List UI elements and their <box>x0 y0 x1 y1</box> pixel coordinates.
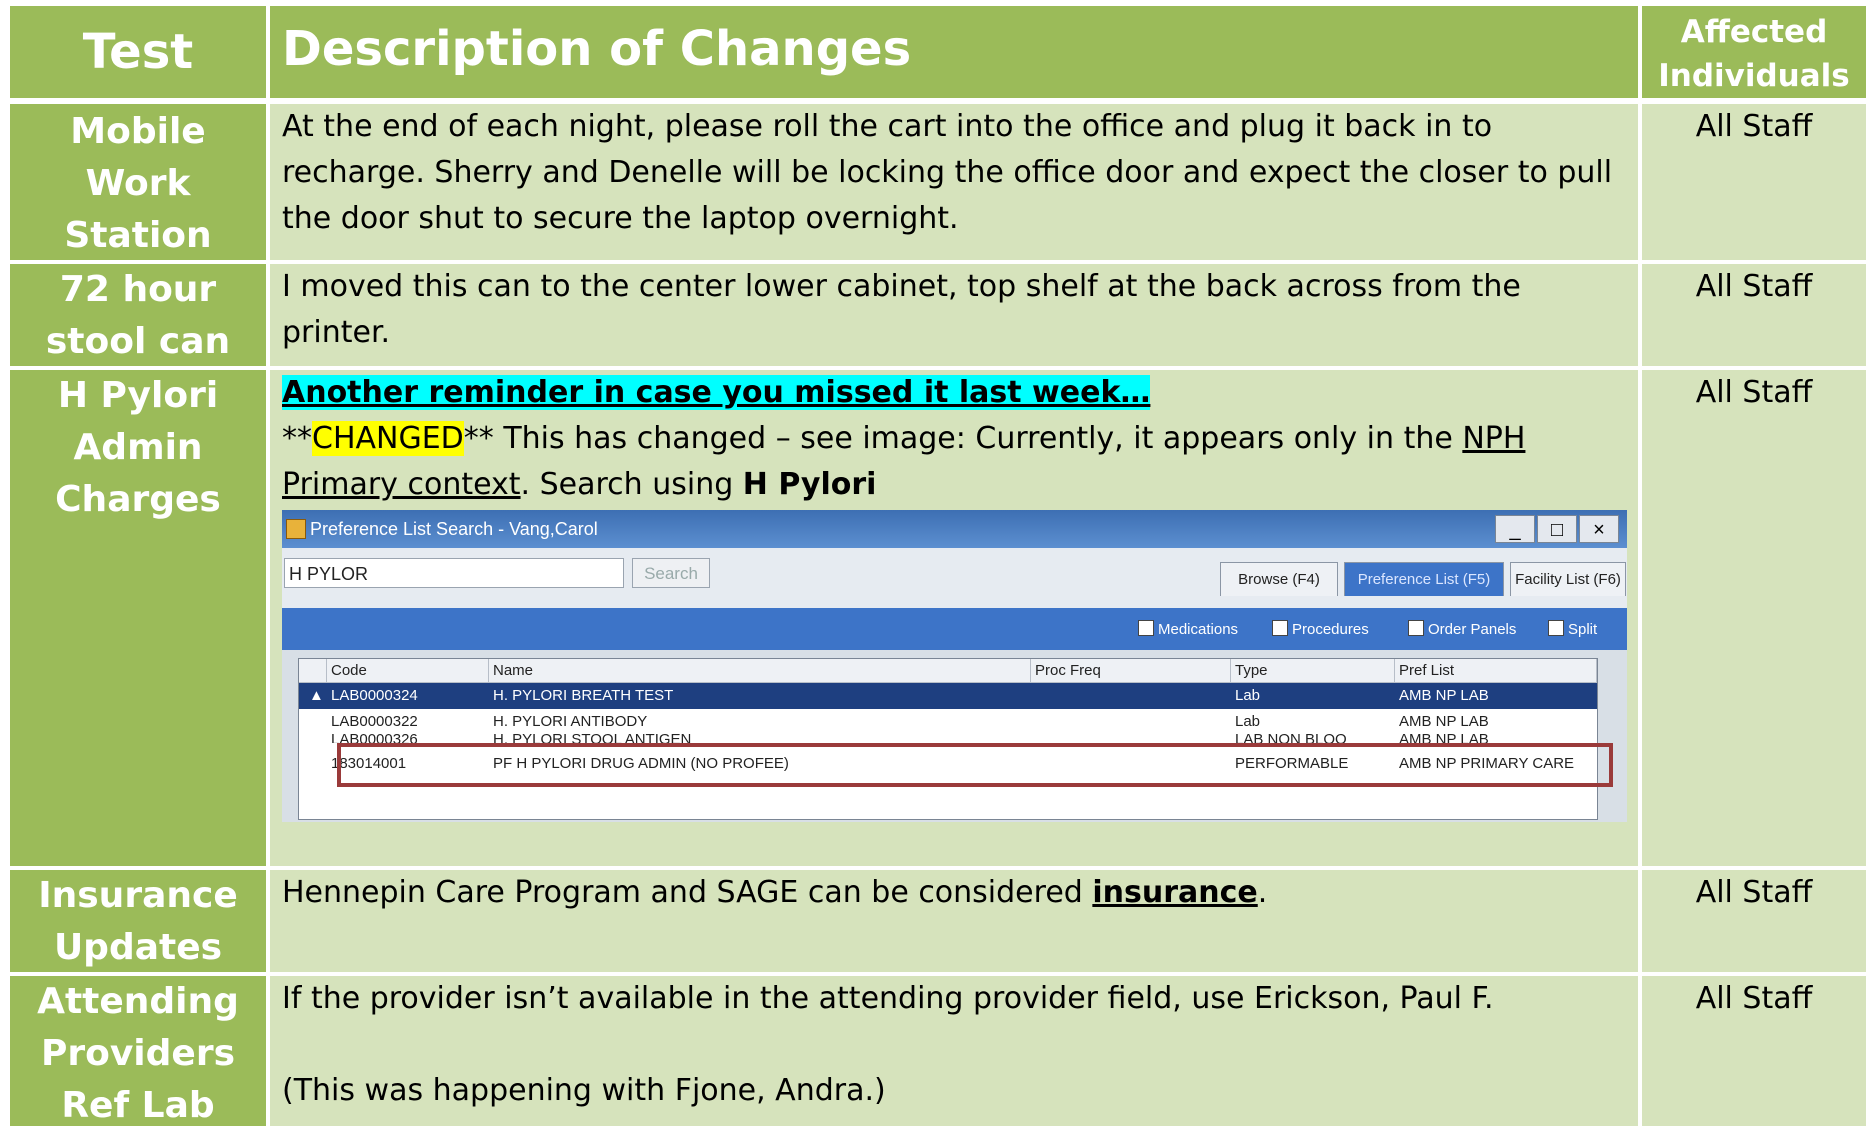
filter-bar: Medications Procedures Order Panels Spli… <box>282 608 1627 650</box>
minimize-icon: _ <box>1495 515 1535 543</box>
changed-text: ** This has changed – see image: Current… <box>463 421 1463 456</box>
search-button: Search <box>632 558 710 588</box>
checkbox-icon <box>1548 620 1564 636</box>
checkbox-icon <box>1138 620 1154 636</box>
row5-affected: All Staff <box>1695 981 1813 1016</box>
grid-header-name: Name <box>489 659 1031 683</box>
grid-header-proc-freq: Proc Freq <box>1031 659 1231 683</box>
row5-affected-cell: All Staff <box>1642 976 1866 1126</box>
row5-test-line: Attending <box>37 981 239 1022</box>
tab-preference-list: Preference List (F5) <box>1344 562 1504 596</box>
tab-browse: Browse (F4) <box>1220 562 1338 596</box>
row4-affected: All Staff <box>1695 875 1813 910</box>
results-grid: Code Name Proc Freq Type Pref List ▲ LAB… <box>298 658 1613 820</box>
row1-test-line: Station <box>64 215 212 256</box>
row1-test-line: Mobile <box>70 111 206 152</box>
row2-description: I moved this can to the center lower cab… <box>282 269 1521 350</box>
row5-test-line: Ref Lab <box>61 1085 215 1126</box>
header-test-label: Test <box>82 24 194 80</box>
expand-arrow-icon: ▲ <box>309 687 324 704</box>
row3-test-line: Charges <box>55 479 221 520</box>
filter-split: Split <box>1548 620 1597 638</box>
changed-prefix: ** <box>282 421 312 456</box>
close-icon: × <box>1579 515 1619 543</box>
grid-row: LAB0000326 H. PYLORI STOOL ANTIGEN LAB N… <box>331 731 1489 743</box>
header-description-cell: Description of Changes <box>270 6 1638 98</box>
filter-procedures: Procedures <box>1272 620 1369 638</box>
header-affected-line1: Affected <box>1680 14 1828 50</box>
row3-test-line: Admin <box>73 427 203 468</box>
app-icon <box>286 519 306 539</box>
header-description-label: Description of Changes <box>282 21 912 77</box>
row3-test-line: H Pylori <box>57 375 219 416</box>
checkbox-icon <box>1408 620 1424 636</box>
filter-order-panels: Order Panels <box>1408 620 1516 638</box>
checkbox-icon <box>1272 620 1288 636</box>
tab-facility-list: Facility List (F6) <box>1510 562 1626 596</box>
search-term: H Pylori <box>742 467 877 502</box>
search-prefix: . Search using <box>520 467 743 502</box>
grid-header-code: Code <box>327 659 489 683</box>
grid-header-type: Type <box>1231 659 1395 683</box>
callout-highlight-box <box>337 743 1613 787</box>
header-affected-cell: Affected Individuals <box>1642 6 1866 98</box>
grid-header-pref-list: Pref List <box>1395 659 1597 683</box>
insurance-term: insurance <box>1092 875 1258 910</box>
row4-test-line: Insurance <box>38 875 238 916</box>
row5-description-cell: If the provider isn’t available in the a… <box>270 976 1638 1126</box>
row2-affected: All Staff <box>1695 269 1813 304</box>
row3-test-cell: H Pylori Admin Charges <box>10 370 266 866</box>
row1-affected: All Staff <box>1695 109 1813 144</box>
row5-test-line: Providers <box>40 1033 236 1074</box>
row4-affected-cell: All Staff <box>1642 870 1866 972</box>
row1-test-line: Work <box>85 163 191 204</box>
maximize-icon: □ <box>1537 515 1577 543</box>
row2-description-cell: I moved this can to the center lower cab… <box>270 264 1638 366</box>
row1-description-cell: At the end of each night, please roll th… <box>270 104 1638 260</box>
filter-medications: Medications <box>1138 620 1238 638</box>
grid-row: ▲ LAB0000324 H. PYLORI BREATH TEST Lab A… <box>299 683 1597 709</box>
row4-description-end: . <box>1257 875 1268 910</box>
changed-badge: CHANGED <box>312 421 464 456</box>
row2-test-line: 72 hour <box>59 269 217 310</box>
row1-affected-cell: All Staff <box>1642 104 1866 260</box>
row4-description-cell: Hennepin Care Program and SAGE can be co… <box>270 870 1638 972</box>
grid-header-spacer <box>299 659 327 683</box>
reminder-text: Another reminder in case you missed it l… <box>282 375 1151 410</box>
row5-line1: If the provider isn’t available in the a… <box>282 981 1494 1016</box>
preference-list-screenshot: Preference List Search - Vang,Carol _ □ … <box>282 510 1627 822</box>
search-input: H PYLOR <box>284 558 624 588</box>
row2-affected-cell: All Staff <box>1642 264 1866 366</box>
window-title: Preference List Search - Vang,Carol <box>310 519 598 539</box>
header-test-cell: Test <box>10 6 266 98</box>
row4-test-cell: Insurance Updates <box>10 870 266 972</box>
window-titlebar: Preference List Search - Vang,Carol _ □ … <box>282 510 1627 548</box>
search-toolbar: H PYLOR Search Browse (F4) Preference Li… <box>282 548 1627 608</box>
row2-test-cell: 72 hour stool can <box>10 264 266 366</box>
row1-description: At the end of each night, please roll th… <box>282 109 1613 236</box>
row2-test-line: stool can <box>45 321 231 362</box>
row5-test-cell: Attending Providers Ref Lab <box>10 976 266 1126</box>
row4-test-line: Updates <box>53 927 223 968</box>
row4-description: Hennepin Care Program and SAGE can be co… <box>282 875 1093 910</box>
row5-line2: (This was happening with Fjone, Andra.) <box>282 1073 886 1108</box>
document-page: Test Description of Changes Affected Ind… <box>0 0 1872 1126</box>
row1-test-cell: Mobile Work Station <box>10 104 266 260</box>
row3-affected: All Staff <box>1695 375 1813 410</box>
row3-affected-cell: All Staff <box>1642 370 1866 866</box>
header-affected-line2: Individuals <box>1658 58 1850 94</box>
